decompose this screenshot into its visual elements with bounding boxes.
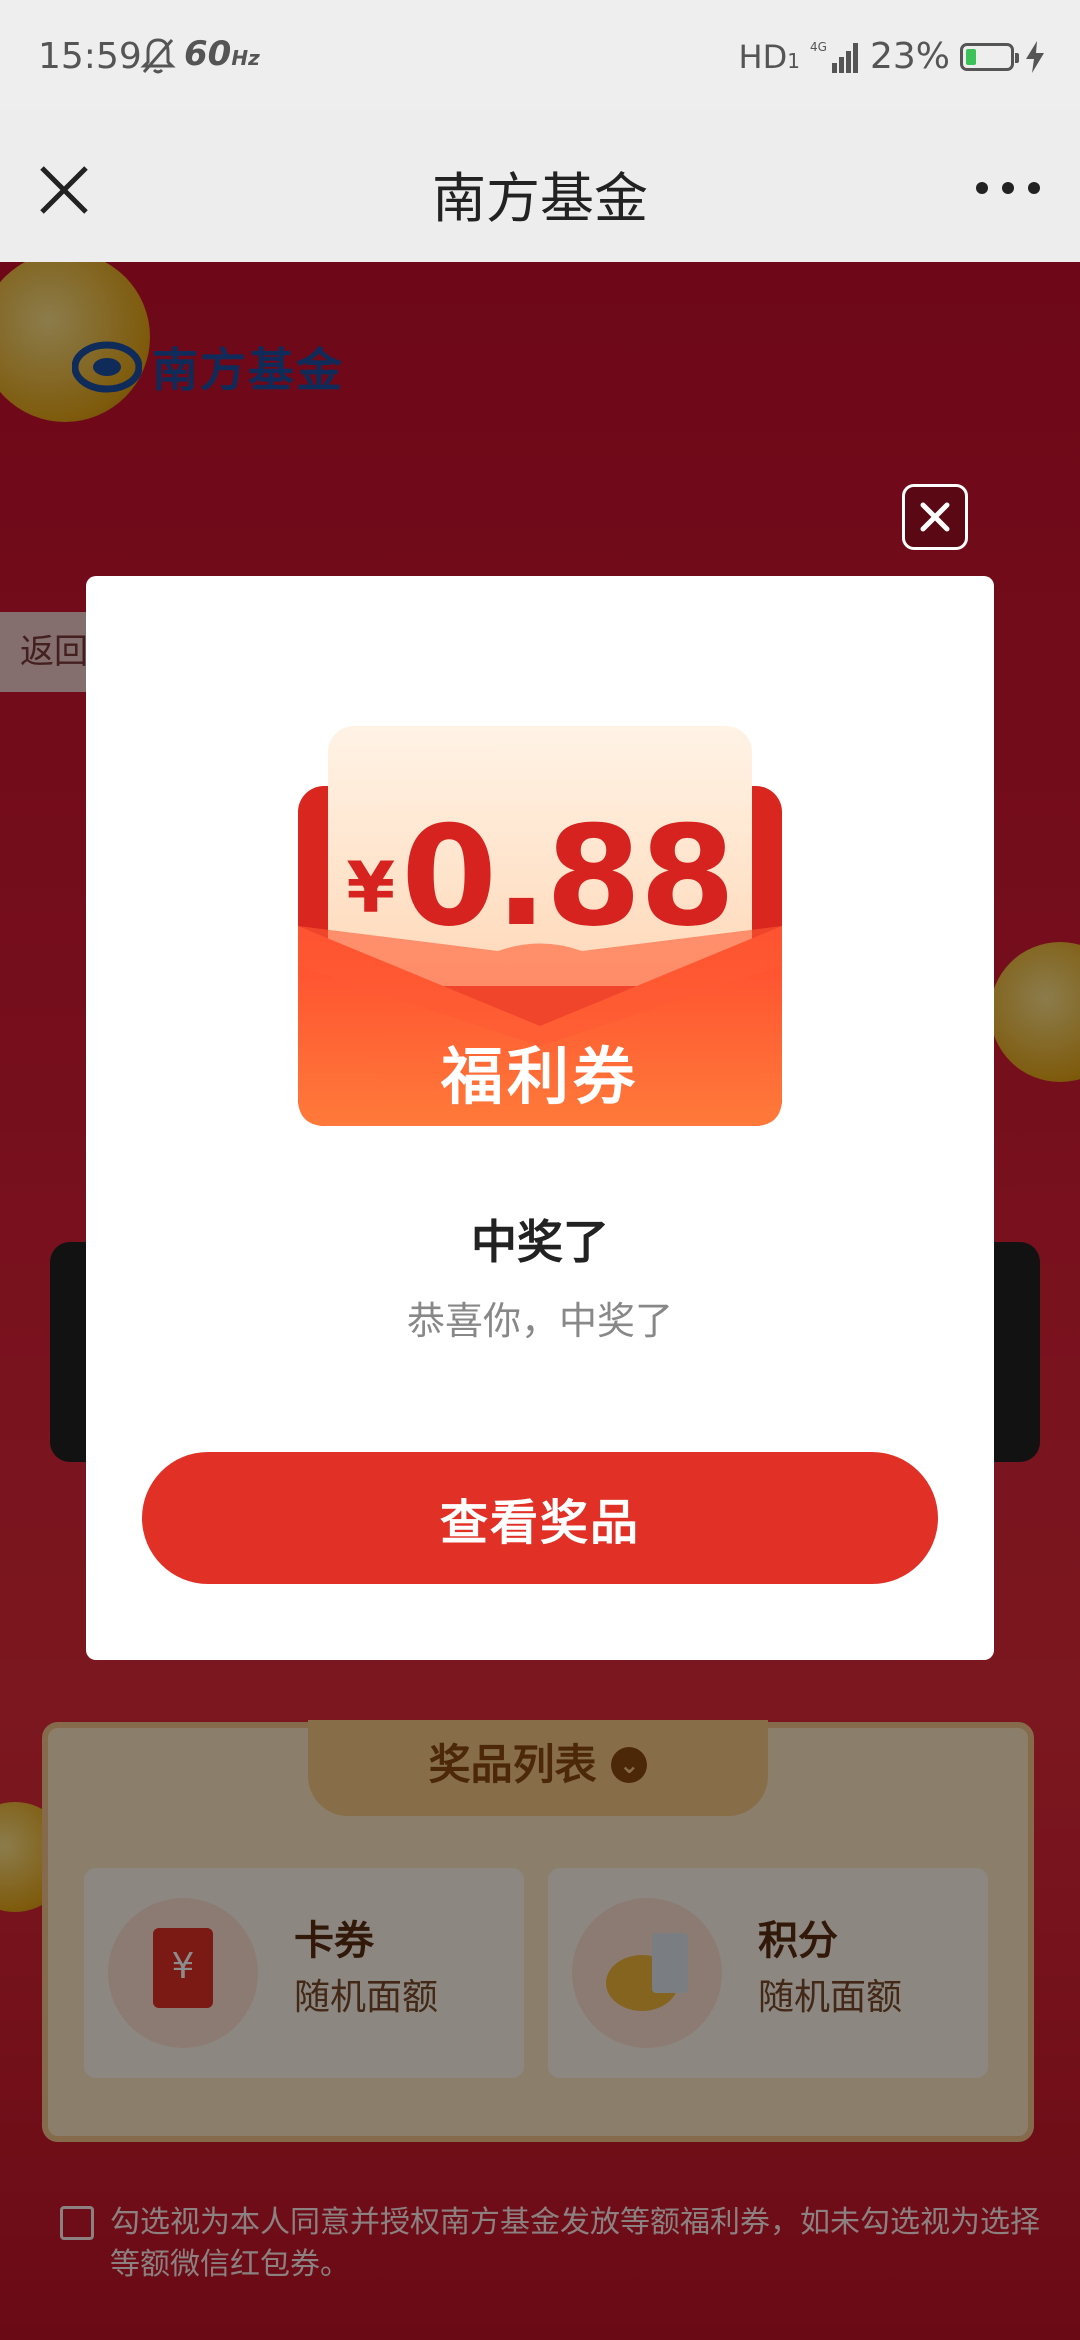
battery-icon bbox=[960, 42, 1019, 71]
status-right: HD1 4G 23% bbox=[739, 36, 1046, 77]
coupon-amount: ¥0.88 bbox=[298, 796, 782, 957]
modal-title: 中奖了 bbox=[471, 1215, 609, 1269]
amount-value: 0.88 bbox=[401, 796, 735, 957]
hd-indicator: HD1 bbox=[739, 38, 800, 76]
modal-subtitle: 恭喜你，中奖了 bbox=[406, 1299, 673, 1343]
status-bar: 15:59 60Hz HD1 4G 23% bbox=[0, 0, 1080, 110]
mute-bell-icon bbox=[140, 38, 176, 74]
refresh-rate-value: 60 bbox=[184, 34, 232, 74]
battery-level bbox=[966, 48, 976, 65]
page-title: 南方基金 bbox=[432, 167, 648, 230]
coupon-label: 福利券 bbox=[440, 1040, 639, 1113]
network-type: 4G bbox=[810, 40, 827, 54]
coupon-envelope: ¥0.88 福利券 bbox=[298, 726, 782, 1136]
hd-sub: 1 bbox=[787, 48, 800, 73]
prize-modal: ¥0.88 福利券 中奖了 恭喜你，中奖了 查看奖品 bbox=[86, 576, 994, 1660]
currency-symbol: ¥ bbox=[346, 847, 396, 929]
hd-label: HD bbox=[738, 37, 788, 76]
title-bar: 南方基金 bbox=[0, 110, 1080, 262]
refresh-rate-unit: Hz bbox=[231, 46, 260, 70]
refresh-rate: 60Hz bbox=[184, 34, 260, 74]
close-icon bbox=[920, 502, 950, 532]
charging-icon bbox=[1026, 40, 1044, 73]
more-icon[interactable] bbox=[976, 182, 1040, 194]
signal-icon: 4G bbox=[810, 40, 858, 73]
view-prize-button[interactable]: 查看奖品 bbox=[142, 1452, 938, 1584]
modal-close-button[interactable] bbox=[902, 484, 968, 550]
status-time: 15:59 bbox=[38, 36, 142, 77]
battery-percent: 23% bbox=[869, 36, 950, 77]
